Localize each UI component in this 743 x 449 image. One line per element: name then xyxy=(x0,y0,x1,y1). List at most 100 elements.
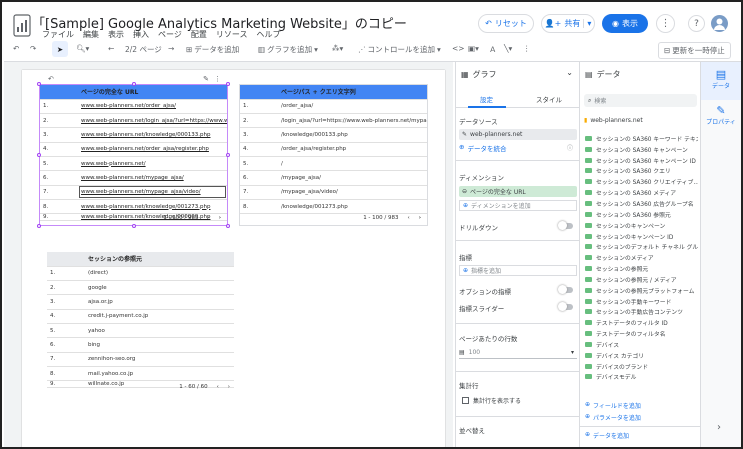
column-header[interactable]: ページパス + クエリ文字列 xyxy=(278,85,427,100)
field-item[interactable]: セッションのキャンペーン ID xyxy=(585,231,698,242)
chevron-left-icon[interactable]: ‹ xyxy=(217,384,219,390)
table-row[interactable]: 3./knowledge/000133.php xyxy=(240,127,427,143)
resize-handle[interactable] xyxy=(37,224,41,228)
next-page-icon[interactable]: → xyxy=(168,44,174,53)
zoom-icon[interactable]: 🔍︎▾ xyxy=(76,44,89,53)
add-control-button[interactable]: ⋰ コントロールを追加 ▾ xyxy=(358,44,441,55)
field-item[interactable]: セッションの SA360 キーワード テキスト xyxy=(585,133,698,144)
undo-sort-icon[interactable]: ↶ xyxy=(48,75,54,83)
add-metric-field[interactable]: ⊕ 指標を追加 xyxy=(459,265,577,276)
resize-handle[interactable] xyxy=(226,82,230,86)
resize-handle[interactable] xyxy=(37,82,41,86)
datasource-chip[interactable]: ✎ web-planners.net xyxy=(459,129,577,140)
chevron-right-icon[interactable]: › xyxy=(419,215,421,221)
help-icon[interactable]: ⓘ xyxy=(567,143,573,152)
table-row[interactable]: 7. zennihon-seo.org xyxy=(47,352,234,367)
menu-file[interactable]: ファイル xyxy=(42,29,74,40)
table-row[interactable]: 1. (direct) xyxy=(47,266,234,282)
field-item[interactable]: デバイス カテゴリ xyxy=(585,350,698,361)
optional-metric-toggle[interactable] xyxy=(558,285,573,294)
table-row[interactable]: 5. www.web-planners.net/ xyxy=(40,156,227,172)
field-item[interactable]: セッションの SA360 キャンペーン xyxy=(585,144,698,155)
field-item[interactable]: セッションの SA360 メディア xyxy=(585,187,698,198)
share-button[interactable]: 👤+ 共有 ▾ xyxy=(541,14,595,33)
field-item[interactable]: セッションの SA360 参照元 xyxy=(585,209,698,220)
chevron-right-icon[interactable]: › xyxy=(717,422,721,433)
menu-edit[interactable]: 編集 xyxy=(83,29,99,40)
field-item[interactable]: セッションの SA360 クエリ xyxy=(585,166,698,177)
column-header[interactable]: セッションの参照元 xyxy=(85,252,234,267)
more-vert-icon[interactable]: ⋮ xyxy=(214,75,221,83)
field-item[interactable]: セッションの手動広告コンテンツ xyxy=(585,307,698,318)
add-dimension-field[interactable]: ⊕ ディメンションを追加 xyxy=(459,200,577,211)
table-row[interactable]: 4. credit.j-payment.co.jp xyxy=(47,309,234,324)
menu-help[interactable]: ヘルプ xyxy=(256,29,280,40)
field-item[interactable]: テストデータのフィルタ名 xyxy=(585,328,698,339)
blend-data-button[interactable]: ⊕ データを統合 xyxy=(459,143,506,153)
field-item[interactable]: デバイス xyxy=(585,339,698,350)
add-data-button[interactable]: ⊕ データを追加 xyxy=(585,431,629,440)
pencil-icon[interactable]: ✎ xyxy=(462,131,467,138)
metric-slider-toggle[interactable] xyxy=(558,302,573,311)
dimension-chip[interactable]: ⊖ ページの完全な URL xyxy=(459,186,577,197)
prev-page-icon[interactable]: ← xyxy=(108,44,114,53)
menu-arrange[interactable]: 配置 xyxy=(191,29,207,40)
add-field-button[interactable]: ⊕ フィールドを追加 xyxy=(585,401,641,410)
field-item[interactable]: セッションのデフォルト チャネル グル... xyxy=(585,241,698,252)
table-row[interactable]: 7./mypage_ajsa/video/ xyxy=(240,185,427,200)
line-icon[interactable]: ╲▾ xyxy=(504,44,512,53)
edit-icon[interactable]: ✎ xyxy=(203,75,209,83)
reset-button[interactable]: ↶ リセット xyxy=(478,14,534,33)
field-item[interactable]: デバイスモデル xyxy=(585,372,698,383)
resize-handle[interactable] xyxy=(226,153,230,157)
resize-handle[interactable] xyxy=(132,82,136,86)
table-row[interactable]: 4. www.web-planners.net/order_ajsa/regist… xyxy=(40,142,227,157)
field-item[interactable]: テストデータのフィルタ ID xyxy=(585,317,698,328)
text-icon[interactable]: Ａ xyxy=(489,44,497,55)
field-item[interactable]: セッションの参照元プラットフォーム xyxy=(585,285,698,296)
redo-icon[interactable]: ↷ xyxy=(30,44,36,53)
field-search-input[interactable]: ⌕ 検索 xyxy=(584,94,697,107)
looker-studio-logo[interactable] xyxy=(11,13,33,39)
table-row[interactable]: 6./mypage_ajsa/ xyxy=(240,170,427,186)
undo-icon[interactable]: ↶ xyxy=(13,44,19,53)
table-row[interactable]: 2. google xyxy=(47,280,234,296)
community-viz-icon[interactable]: ⁂▾ xyxy=(332,44,343,53)
pause-updates-button[interactable]: ⊟ 更新を一時停止 xyxy=(658,42,731,59)
table-row[interactable]: 5. / xyxy=(240,156,427,172)
field-item[interactable]: セッションの参照元 xyxy=(585,263,698,274)
image-icon[interactable]: ▣▾ xyxy=(468,44,479,53)
table-row[interactable]: 3. www.web-planners.net/knowledge/000133.… xyxy=(40,127,227,143)
table-row[interactable]: 2./login_ajsa/?url=https://www.web-plann… xyxy=(240,113,427,129)
select-cursor-icon[interactable]: ➤ xyxy=(52,41,68,57)
shape-icon[interactable]: ⋮ xyxy=(523,44,531,53)
resize-handle[interactable] xyxy=(37,153,41,157)
tab-style[interactable]: スタイル xyxy=(536,94,562,104)
field-item[interactable]: デバイスのブランド xyxy=(585,361,698,372)
menu-view[interactable]: 表示 xyxy=(108,29,124,40)
menu-page[interactable]: ページ xyxy=(158,29,182,40)
table-row[interactable]: 8. mail.yahoo.co.jp xyxy=(47,366,234,382)
chevron-down-icon[interactable]: ⌄ xyxy=(566,68,573,77)
resize-handle[interactable] xyxy=(226,224,230,228)
field-item[interactable]: セッションのキャンペーン xyxy=(585,220,698,231)
more-vert-icon[interactable]: ⋮ xyxy=(656,14,675,33)
page-indicator[interactable]: 2/2 ページ xyxy=(125,44,162,55)
column-header[interactable]: ページの完全な URL xyxy=(78,85,227,100)
add-parameter-button[interactable]: ⊕ パラメータを追加 xyxy=(585,413,641,422)
table-row[interactable]: 6. www.web-planners.net/mypage_ajsa/ xyxy=(40,170,227,186)
chevron-right-icon[interactable]: › xyxy=(219,215,221,221)
table-row[interactable]: 8./knowledge/001273.php xyxy=(240,199,427,215)
add-data-button[interactable]: ⊞ データを追加 xyxy=(186,44,239,55)
table-row[interactable]: 1. www.web-planners.net/order_ajsa/ xyxy=(40,99,227,115)
data-source-item[interactable]: ▮ web-planners.net xyxy=(584,117,643,124)
table-row[interactable]: 1./order_ajsa/ xyxy=(240,99,427,115)
drilldown-toggle[interactable] xyxy=(558,221,573,230)
table-chart-selected[interactable]: ↶ ✎ ⋮ ページの完全な URL 1. www.web-planners.net… xyxy=(37,75,230,228)
menu-insert[interactable]: 挿入 xyxy=(133,29,149,40)
field-item[interactable]: セッションの参照元 / メディア xyxy=(585,274,698,285)
table-row[interactable]: 2. www.web-planners.net/login_ajsa/?url=h… xyxy=(40,113,227,129)
table-row[interactable]: 8. www.web-planners.net/knowledge/001273.… xyxy=(40,199,227,215)
menu-resource[interactable]: リソース xyxy=(216,29,248,40)
table-row[interactable]: 6. bing xyxy=(47,337,234,353)
